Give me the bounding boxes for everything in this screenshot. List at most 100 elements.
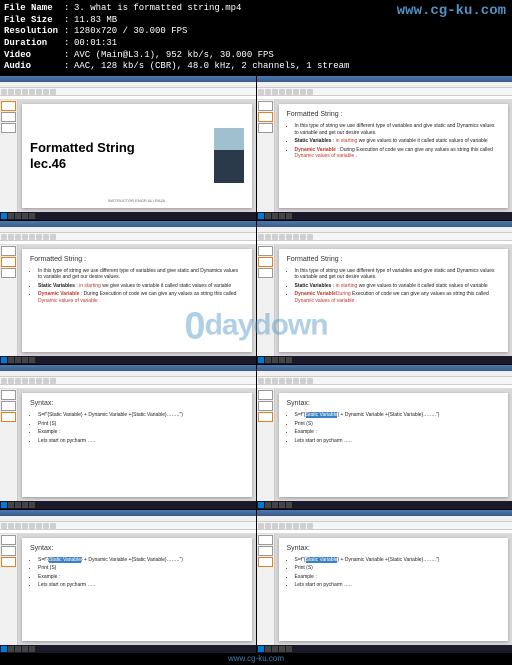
thumb-1[interactable] xyxy=(1,535,16,545)
syntax-line-3: Example : xyxy=(295,574,501,581)
syntax-line-1: S=f"{Static Variable} + Dynamic Variable… xyxy=(38,557,244,564)
slide-content: Syntax: S=f"{Static Variable} + Dynamic … xyxy=(279,393,509,497)
file-metadata-panel: www.cg-ku.com File Name:3. what is forma… xyxy=(0,0,512,76)
workspace: Formatted String : In this type of strin… xyxy=(0,245,256,357)
thumb-1[interactable] xyxy=(258,246,273,256)
workspace: Formatted String lec.46 INSTRUCTOR ENGR.… xyxy=(0,100,256,212)
workspace: Syntax: S=f"{Static Variable} + Dynamic … xyxy=(257,389,512,501)
frame-1: Formatted String lec.46 INSTRUCTOR ENGR.… xyxy=(0,76,256,220)
slide-heading: Formatted String : xyxy=(30,255,244,264)
watermark-top: www.cg-ku.com xyxy=(397,2,506,20)
slide-content: Syntax: S=f"{Static Variable} + Dynamic … xyxy=(279,538,509,642)
syntax-line-4: Lets start on pycharm ….. xyxy=(38,582,244,589)
workspace: Syntax: S=f"{Static Variable} + Dynamic … xyxy=(0,389,256,501)
start-button[interactable] xyxy=(258,646,264,652)
slide-canvas: Syntax: S=f"{Static Variable} + Dynamic … xyxy=(275,389,512,501)
thumb-2[interactable] xyxy=(1,546,16,556)
frame-3: Formatted String : In this type of strin… xyxy=(0,221,256,365)
instructor-photo xyxy=(214,128,244,183)
thumb-2[interactable] xyxy=(1,401,16,411)
toolbar xyxy=(0,522,256,530)
slide-thumbnails xyxy=(257,245,275,357)
thumb-2[interactable] xyxy=(258,257,273,267)
syntax-line-4: Lets start on pycharm ….. xyxy=(295,438,501,445)
start-button[interactable] xyxy=(1,357,7,363)
bullet-dynamic: Dynamic VariableDuring Execution of code… xyxy=(295,291,501,304)
bullet-static: Static Variables : in starting we give v… xyxy=(295,283,501,290)
thumb-2[interactable] xyxy=(258,112,273,122)
taskbar xyxy=(0,356,256,364)
workspace: Formatted String : In this type of strin… xyxy=(257,245,512,357)
thumb-3[interactable] xyxy=(1,412,16,422)
taskbar xyxy=(0,501,256,509)
toolbar xyxy=(257,522,512,530)
slide-canvas: Formatted String : In this type of strin… xyxy=(18,245,256,357)
frame-7: Syntax: S=f"{Static Variable} + Dynamic … xyxy=(0,510,256,654)
slide-content: Formatted String : In this type of strin… xyxy=(279,104,509,208)
start-button[interactable] xyxy=(258,213,264,219)
thumb-2[interactable] xyxy=(258,546,273,556)
slide-thumbnails xyxy=(257,389,275,501)
thumb-1[interactable] xyxy=(1,246,16,256)
bullet-intro: In this type of string we use different … xyxy=(38,268,244,281)
thumb-3[interactable] xyxy=(258,557,273,567)
footer-watermark: www.cg-ku.com xyxy=(0,653,512,665)
start-button[interactable] xyxy=(1,213,7,219)
thumb-3[interactable] xyxy=(1,557,16,567)
slide-content: Formatted String lec.46 INSTRUCTOR ENGR.… xyxy=(22,104,252,208)
frame-6: Syntax: S=f"{Static Variable} + Dynamic … xyxy=(257,365,512,509)
slide-canvas: Formatted String lec.46 INSTRUCTOR ENGR.… xyxy=(18,100,256,212)
start-button[interactable] xyxy=(258,357,264,363)
syntax-line-2: Print (S) xyxy=(295,421,501,428)
duration-label: Duration xyxy=(4,38,64,50)
audio-label: Audio xyxy=(4,61,64,73)
syntax-line-4: Lets start on pycharm ….. xyxy=(38,438,244,445)
bullet-intro: In this type of string we use different … xyxy=(295,123,501,136)
duration-value: 00:01:31 xyxy=(74,38,117,50)
thumb-1[interactable] xyxy=(258,101,273,111)
thumbnail-grid: Formatted String lec.46 INSTRUCTOR ENGR.… xyxy=(0,76,512,653)
thumb-2[interactable] xyxy=(1,112,16,122)
syntax-line-3: Example : xyxy=(38,429,244,436)
syntax-line-4: Lets start on pycharm ….. xyxy=(295,582,501,589)
syntax-line-3: Example : xyxy=(295,429,501,436)
slide-heading: Formatted String : xyxy=(287,110,501,119)
thumb-3[interactable] xyxy=(1,268,16,278)
frame-4: Formatted String : In this type of strin… xyxy=(257,221,512,365)
toolbar xyxy=(0,377,256,385)
slide-heading: Syntax: xyxy=(30,544,244,553)
syntax-line-1: S=f"{Static Variable} + Dynamic Variable… xyxy=(295,557,501,564)
thumb-1[interactable] xyxy=(258,390,273,400)
thumb-1[interactable] xyxy=(1,390,16,400)
slide-thumbnails xyxy=(0,534,18,646)
thumb-2[interactable] xyxy=(1,257,16,267)
slide-canvas: Syntax: S=f"{Static Variable} + Dynamic … xyxy=(18,534,256,646)
video-label: Video xyxy=(4,50,64,62)
slide-thumbnails xyxy=(0,245,18,357)
thumb-3[interactable] xyxy=(1,123,16,133)
start-button[interactable] xyxy=(1,646,7,652)
workspace: Formatted String : In this type of strin… xyxy=(257,100,512,212)
slide-heading: Syntax: xyxy=(287,399,501,408)
syntax-line-2: Print (S) xyxy=(295,565,501,572)
toolbar xyxy=(0,88,256,96)
instructor-name: INSTRUCTOR ENGR.ALI RAZA xyxy=(108,198,166,203)
frame-5: Syntax: S=f"{Static Variable} + Dynamic … xyxy=(0,365,256,509)
thumb-2[interactable] xyxy=(258,401,273,411)
slide-heading: Syntax: xyxy=(30,399,244,408)
slide-content: Formatted String : In this type of strin… xyxy=(279,249,509,353)
thumb-3[interactable] xyxy=(258,412,273,422)
start-button[interactable] xyxy=(1,502,7,508)
thumb-3[interactable] xyxy=(258,123,273,133)
taskbar xyxy=(0,212,256,220)
syntax-line-3: Example : xyxy=(38,574,244,581)
taskbar xyxy=(0,645,256,653)
syntax-line-1: S=f"{Static Variable} + Dynamic Variable… xyxy=(295,412,501,419)
thumb-1[interactable] xyxy=(258,535,273,545)
syntax-line-2: Print (S) xyxy=(38,421,244,428)
slide-canvas: Syntax: S=f"{Static Variable} + Dynamic … xyxy=(275,534,512,646)
thumb-1[interactable] xyxy=(1,101,16,111)
start-button[interactable] xyxy=(258,502,264,508)
thumb-3[interactable] xyxy=(258,268,273,278)
slide-content: Syntax: S=f"{Static Variable} + Dynamic … xyxy=(22,393,252,497)
